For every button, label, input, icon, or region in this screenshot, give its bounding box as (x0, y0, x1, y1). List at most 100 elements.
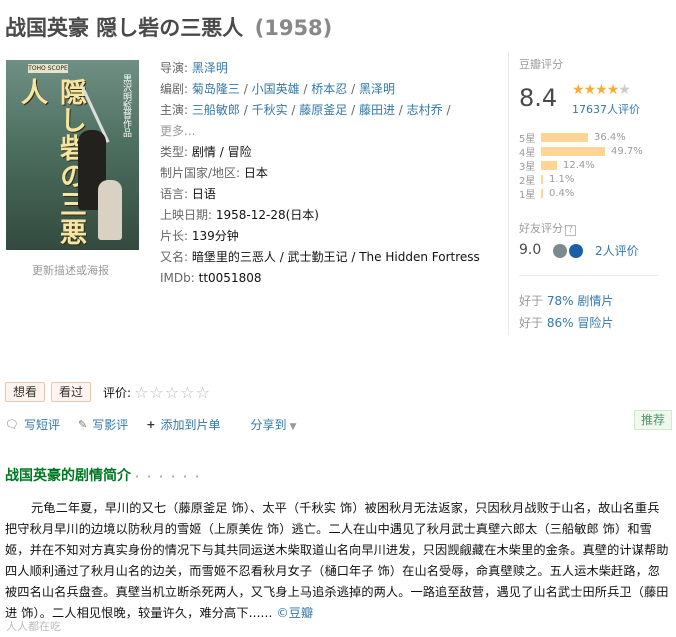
distribution-bar (541, 174, 543, 184)
rating-label: 豆瓣评分 (519, 58, 563, 71)
update-poster-link[interactable]: 更新描述或海报 (32, 262, 109, 278)
distribution-bar (541, 146, 605, 156)
star-icon: ★ (583, 82, 597, 98)
better-adventure-link[interactable]: 86% 冒险片 (547, 316, 614, 330)
better-drama-link[interactable]: 78% 剧情片 (547, 294, 614, 308)
comment-icon: 🗨 (5, 418, 19, 431)
rate-stars-input[interactable]: ☆☆☆☆☆ (134, 383, 211, 402)
star-level-label: 2星 (519, 175, 536, 187)
writer-link[interactable]: 黑泽明 (359, 82, 395, 96)
list-separator: / (239, 103, 252, 117)
movie-poster[interactable]: TOHO SCOPE 隠し砦の三悪人 黒沢明監督作品 (6, 60, 139, 250)
tool-row: 🗨 写短评 ✎ 写影评 + 添加到片单 分享到 ▼ (5, 416, 296, 433)
title-main: 战国英豪 隠し砦の三悪人 (5, 16, 244, 40)
list-separator: / (287, 103, 300, 117)
list-separator: / (347, 82, 359, 96)
list-separator: / (239, 82, 252, 96)
distribution-percent: 0.4% (549, 187, 575, 199)
friend-score: 9.0 (519, 242, 542, 258)
imdb-label: IMDb: (160, 271, 195, 285)
recommend-button[interactable]: 推荐 (634, 410, 672, 430)
list-separator: / (299, 82, 312, 96)
country-value: 日本 (243, 166, 268, 180)
summary-heading: 战国英豪的剧情简介 · · · · · · (5, 465, 201, 485)
list-separator: / (394, 103, 407, 117)
movie-info: 导演: 黑泽明 编剧: 菊岛隆三 / 小国英雄 / 桥本忍 / 黑泽明 主演: … (160, 58, 500, 289)
language-label: 语言: (160, 187, 189, 201)
want-to-watch-button[interactable]: 想看 (5, 382, 46, 402)
watched-button[interactable]: 看过 (51, 382, 92, 402)
list-separator: / (215, 145, 228, 159)
imdb-row: IMDb: tt0051808 (160, 268, 500, 289)
better-drama-genre: 剧情片 (577, 294, 614, 308)
movie-page: 战国英豪 隠し砦の三悪人 (1958) TOHO SCOPE 隠し砦の三悪人 黒… (0, 0, 676, 637)
write-review-link[interactable]: ✎ 写影评 (78, 416, 128, 433)
title-year: (1958) (254, 16, 333, 40)
avatar[interactable] (569, 244, 583, 258)
action-bar: 想看 看过 评价: ☆☆☆☆☆ (5, 382, 211, 402)
director-list: 黑泽明 (192, 61, 228, 75)
write-review-label: 写影评 (92, 418, 129, 432)
cast-link[interactable]: 志村乔 (407, 103, 443, 117)
poster-badge: TOHO SCOPE (28, 64, 68, 73)
distribution-bar (541, 188, 543, 198)
rating-score: 8.4 (519, 84, 558, 112)
better-adventure-genre: 冒险片 (577, 316, 614, 330)
write-short-review-link[interactable]: 🗨 写短评 (5, 416, 60, 433)
writer-row: 编剧: 菊岛隆三 / 小国英雄 / 桥本忍 / 黑泽明 (160, 79, 500, 100)
aka-value: 暗堡里的三恶人 / 武士勤王记 / The Hidden Fortress (191, 250, 480, 264)
runtime-value: 139分钟 (191, 229, 239, 243)
add-to-list-link[interactable]: + 添加到片单 (146, 416, 220, 433)
douban-source-link[interactable]: ©豆瓣 (276, 606, 313, 620)
cast-link[interactable]: 藤田进 (359, 103, 395, 117)
rating-votes-link[interactable]: 17637人评价 (572, 101, 640, 117)
cast-label: 主演: (160, 103, 189, 117)
better-drama-pct: 78% (546, 294, 574, 308)
poster-figure-princess (98, 180, 122, 240)
writer-link[interactable]: 桥本忍 (311, 82, 347, 96)
better-prefix: 好于 (519, 316, 544, 330)
cast-link[interactable]: 千秋实 (252, 103, 288, 117)
help-icon[interactable]: ? (565, 225, 576, 236)
add-to-list-label: 添加到片单 (160, 418, 221, 432)
share-label: 分享到 (250, 418, 287, 432)
pencil-icon: ✎ (77, 418, 88, 431)
friend-rating-label: 好友评分? (519, 220, 576, 236)
release-label: 上映日期: (160, 208, 213, 222)
star-level-label: 1星 (519, 189, 536, 201)
rating-distribution-row: 4星 49.7% (519, 144, 667, 159)
friend-avatars[interactable] (553, 244, 585, 258)
plus-icon: + (146, 418, 156, 431)
release-row: 上映日期: 1958-12-28(日本) (160, 205, 500, 226)
avatar[interactable] (553, 244, 567, 258)
summary-title: 战国英豪的剧情简介 (5, 468, 131, 484)
director-link[interactable]: 黑泽明 (192, 61, 228, 75)
distribution-bar (541, 160, 557, 170)
release-value: 1958-12-28(日本) (215, 208, 319, 222)
star-level-label: 5星 (519, 133, 536, 145)
chevron-down-icon: ▼ (289, 422, 297, 432)
rate-label: 评价: (103, 385, 132, 400)
friend-count-link[interactable]: 2人评价 (595, 242, 639, 259)
genre-label: 类型: (160, 145, 189, 159)
star-icon: ★ (618, 82, 631, 98)
language-row: 语言: 日语 (160, 184, 500, 205)
country-label: 制片国家/地区: (160, 166, 241, 180)
plot-summary: 元龟二年夏，早川的又七（藤原釜足 饰）、太平（千秋实 饰）被困秋月无法返家，只因… (5, 498, 671, 624)
genre-value: 剧情 (191, 145, 216, 159)
list-separator: / (347, 103, 359, 117)
cast-more-link[interactable]: 更多... (160, 124, 195, 138)
distribution-percent: 12.4% (563, 159, 595, 171)
aka-label: 又名: (160, 250, 189, 264)
page-title: 战国英豪 隠し砦の三悪人 (1958) (5, 12, 332, 42)
cast-link[interactable]: 三船敏郎 (192, 103, 240, 117)
director-label: 导演: (160, 61, 189, 75)
runtime-row: 片长: 139分钟 (160, 226, 500, 247)
writer-list: 菊岛隆三 / 小国英雄 / 桥本忍 / 黑泽明 (192, 82, 395, 96)
poster-credit: 黒沢明監督作品 (121, 74, 131, 137)
cast-link[interactable]: 藤原釜足 (299, 103, 347, 117)
writer-link[interactable]: 小国英雄 (252, 82, 300, 96)
writer-link[interactable]: 菊岛隆三 (192, 82, 240, 96)
rating-distribution-row: 5星 36.4% (519, 130, 667, 145)
share-dropdown[interactable]: 分享到 ▼ (250, 416, 296, 433)
